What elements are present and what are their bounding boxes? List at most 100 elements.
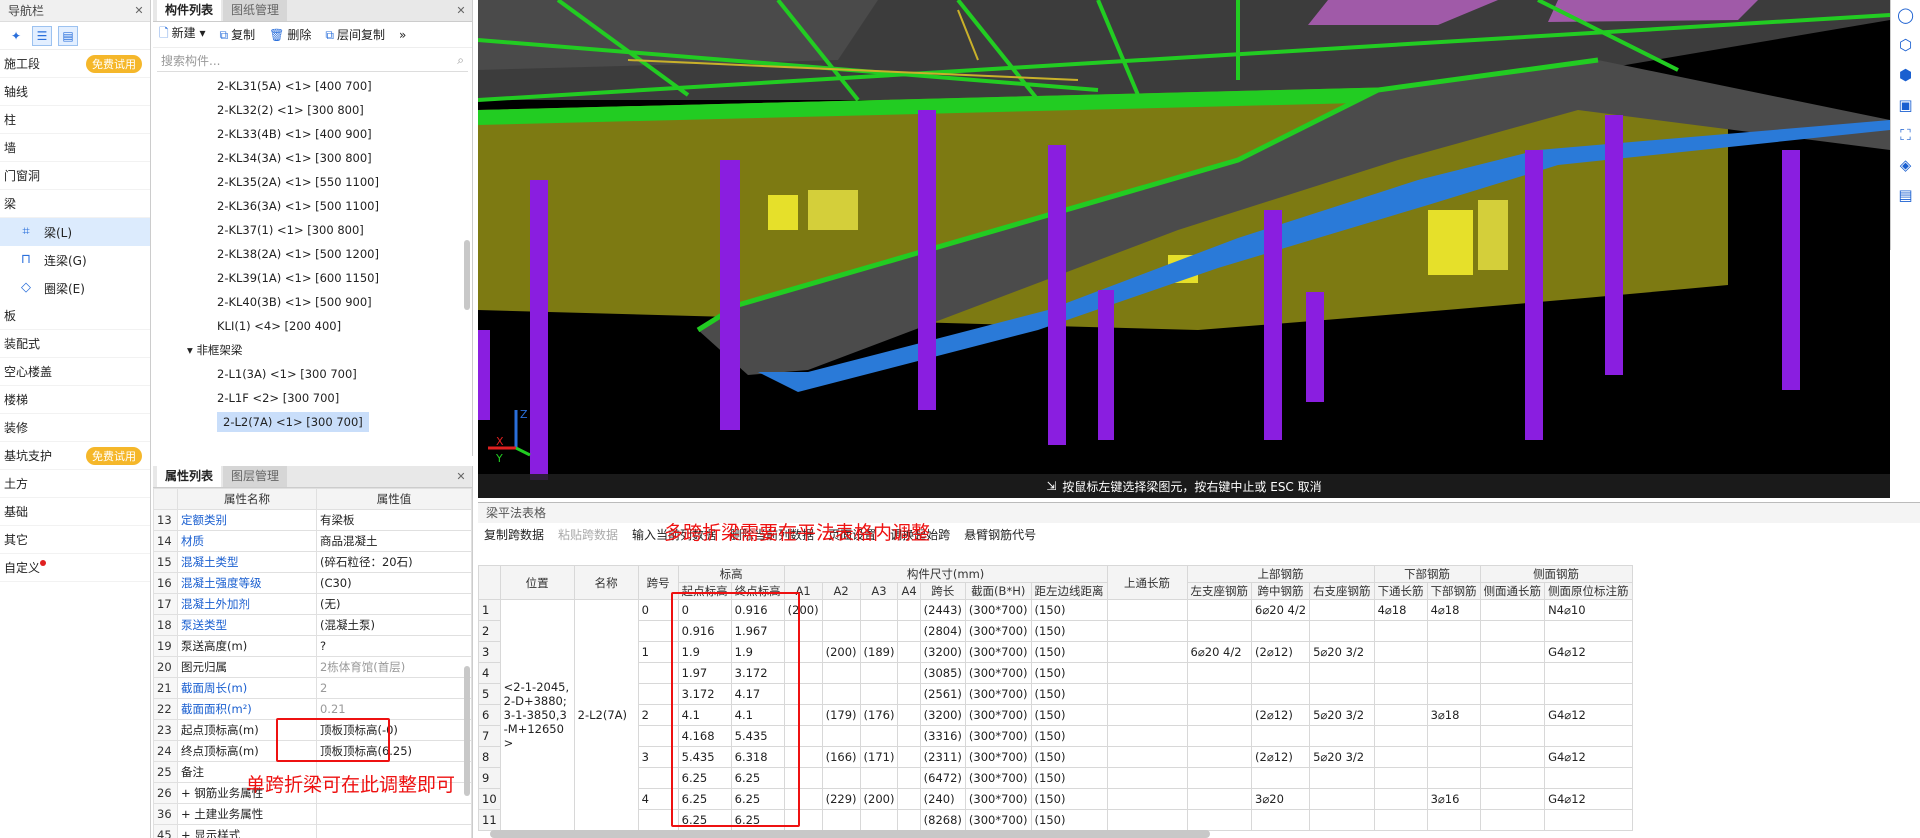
table-cell[interactable]	[1544, 683, 1633, 705]
property-value[interactable]: 商品混凝土	[315, 530, 472, 552]
tab-property-list[interactable]: 属性列表	[157, 466, 222, 487]
table-cell[interactable]: (2311)	[919, 746, 966, 768]
table-cell[interactable]	[821, 725, 861, 747]
property-row[interactable]: 21 截面周长(m) 2	[153, 677, 472, 699]
grid-tool-button[interactable]: 粘贴跨数据	[558, 526, 618, 543]
table-cell[interactable]: (171)	[859, 746, 899, 768]
table-cell[interactable]	[1373, 641, 1428, 663]
tab-drawing-management[interactable]: 图纸管理	[223, 0, 288, 21]
3d-viewport[interactable]: X Y Z	[478, 0, 1890, 498]
nav-item[interactable]: 基坑支护 免费试用	[0, 442, 150, 470]
delete-button[interactable]: 🗑 删除	[269, 26, 311, 43]
table-cell[interactable]	[1186, 683, 1253, 705]
table-cell[interactable]	[1479, 662, 1546, 684]
table-cell[interactable]: (150)	[1030, 641, 1108, 663]
table-cell[interactable]	[1309, 599, 1375, 621]
table-cell[interactable]: (300*700)	[964, 683, 1032, 705]
view-3d-icon[interactable]: ⬢	[1891, 60, 1920, 90]
nav-subitem[interactable]: ⊓ 连梁(G)	[0, 246, 150, 274]
table-cell[interactable]	[1186, 809, 1253, 831]
table-cell[interactable]: (179)	[821, 704, 861, 726]
table-cell[interactable]: (300*700)	[964, 725, 1032, 747]
property-value[interactable]: (碎石粒径：20石)	[315, 551, 472, 573]
table-cell[interactable]: 6⌀20 4/2	[1251, 599, 1311, 621]
table-cell[interactable]	[821, 809, 861, 831]
nav-item[interactable]: 轴线	[0, 78, 150, 106]
table-cell[interactable]: (150)	[1030, 725, 1108, 747]
table-cell[interactable]: 5⌀20 3/2	[1309, 641, 1375, 663]
table-cell[interactable]	[897, 725, 921, 747]
table-cell[interactable]	[1106, 662, 1188, 684]
table-cell[interactable]	[1426, 683, 1481, 705]
table-cell[interactable]	[1106, 620, 1188, 642]
table-cell[interactable]	[1373, 788, 1428, 810]
table-cell[interactable]	[1106, 704, 1188, 726]
tree-item[interactable]: 2-KL38(2A) <1> [500 1200]	[153, 242, 472, 266]
more-icon[interactable]: »	[399, 28, 406, 42]
table-cell[interactable]: (300*700)	[964, 641, 1032, 663]
table-cell[interactable]: (150)	[1030, 767, 1108, 789]
table-cell[interactable]	[859, 620, 899, 642]
table-cell[interactable]	[1251, 809, 1311, 831]
scrollbar[interactable]	[464, 666, 470, 796]
property-row[interactable]: 45 + 显示样式	[153, 824, 472, 838]
tree-item[interactable]: 2-KL40(3B) <1> [500 900]	[153, 290, 472, 314]
table-cell[interactable]	[1186, 725, 1253, 747]
close-icon[interactable]: ✕	[132, 4, 146, 18]
search-input[interactable]: 搜索构件... ⌕	[157, 50, 468, 72]
table-cell[interactable]: (150)	[1030, 599, 1108, 621]
table-cell[interactable]	[1479, 683, 1546, 705]
nav-item[interactable]: 空心楼盖	[0, 358, 150, 386]
table-cell[interactable]	[897, 767, 921, 789]
table-cell[interactable]: (3200)	[919, 641, 966, 663]
table-cell[interactable]	[1479, 725, 1546, 747]
trial-badge[interactable]: 免费试用	[86, 54, 142, 73]
table-cell[interactable]	[821, 662, 861, 684]
table-cell[interactable]	[1426, 809, 1481, 831]
table-row[interactable]: 9 6.25 6.25 (6472) (300*700) (150)	[478, 767, 1633, 789]
nav-item[interactable]: 楼梯	[0, 386, 150, 414]
nav-item[interactable]: 其它	[0, 526, 150, 554]
table-cell[interactable]: 3⌀18	[1426, 704, 1481, 726]
table-cell[interactable]: N4⌀10	[1544, 599, 1633, 621]
property-value[interactable]: 0.21	[315, 698, 472, 720]
table-row[interactable]: 7 4.168 5.435 (3316) (300*700) (150)	[478, 725, 1633, 747]
table-cell[interactable]	[1426, 641, 1481, 663]
nav-item[interactable]: 施工段 免费试用	[0, 50, 150, 78]
copy-button[interactable]: ⧉ 复制	[220, 26, 256, 43]
table-cell[interactable]: (3085)	[919, 662, 966, 684]
table-cell[interactable]	[1373, 704, 1428, 726]
table-cell[interactable]	[1479, 809, 1546, 831]
table-cell[interactable]	[1426, 746, 1481, 768]
table-cell[interactable]: (200)	[821, 641, 861, 663]
table-cell[interactable]	[821, 599, 861, 621]
table-cell[interactable]: (150)	[1030, 809, 1108, 831]
table-cell[interactable]: (150)	[1030, 704, 1108, 726]
table-cell[interactable]: (3200)	[919, 704, 966, 726]
pin-icon[interactable]: ✦	[6, 26, 26, 46]
table-cell[interactable]	[1251, 683, 1311, 705]
table-cell[interactable]	[859, 767, 899, 789]
property-row[interactable]: 36 + 土建业务属性	[153, 803, 472, 825]
close-icon[interactable]: ✕	[454, 3, 468, 17]
nav-subitem[interactable]: ◇ 圈梁(E)	[0, 274, 150, 302]
table-cell[interactable]	[1251, 662, 1311, 684]
table-cell[interactable]: (2561)	[919, 683, 966, 705]
table-cell[interactable]	[1309, 767, 1375, 789]
table-cell[interactable]: (150)	[1030, 788, 1108, 810]
table-cell[interactable]: 4⌀18	[1373, 599, 1428, 621]
table-cell[interactable]	[897, 683, 921, 705]
table-row[interactable]: 2 0.916 1.967 (2804) (300*700) (150)	[478, 620, 1633, 642]
table-cell[interactable]	[859, 809, 899, 831]
table-cell[interactable]	[859, 599, 899, 621]
table-cell[interactable]	[821, 767, 861, 789]
property-value[interactable]: ?	[315, 635, 472, 657]
tree-item[interactable]: 2-L1F <2> [300 700]	[153, 386, 472, 410]
table-cell[interactable]: (300*700)	[964, 746, 1032, 768]
property-row[interactable]: 20 图元归属 2栋体育馆(首层)	[153, 656, 472, 678]
table-cell[interactable]	[1186, 767, 1253, 789]
property-row[interactable]: 17 混凝土外加剂 (无)	[153, 593, 472, 615]
property-row[interactable]: 13 定额类别 有梁板	[153, 509, 472, 531]
property-value[interactable]: 有梁板	[315, 509, 472, 531]
table-cell[interactable]	[897, 599, 921, 621]
